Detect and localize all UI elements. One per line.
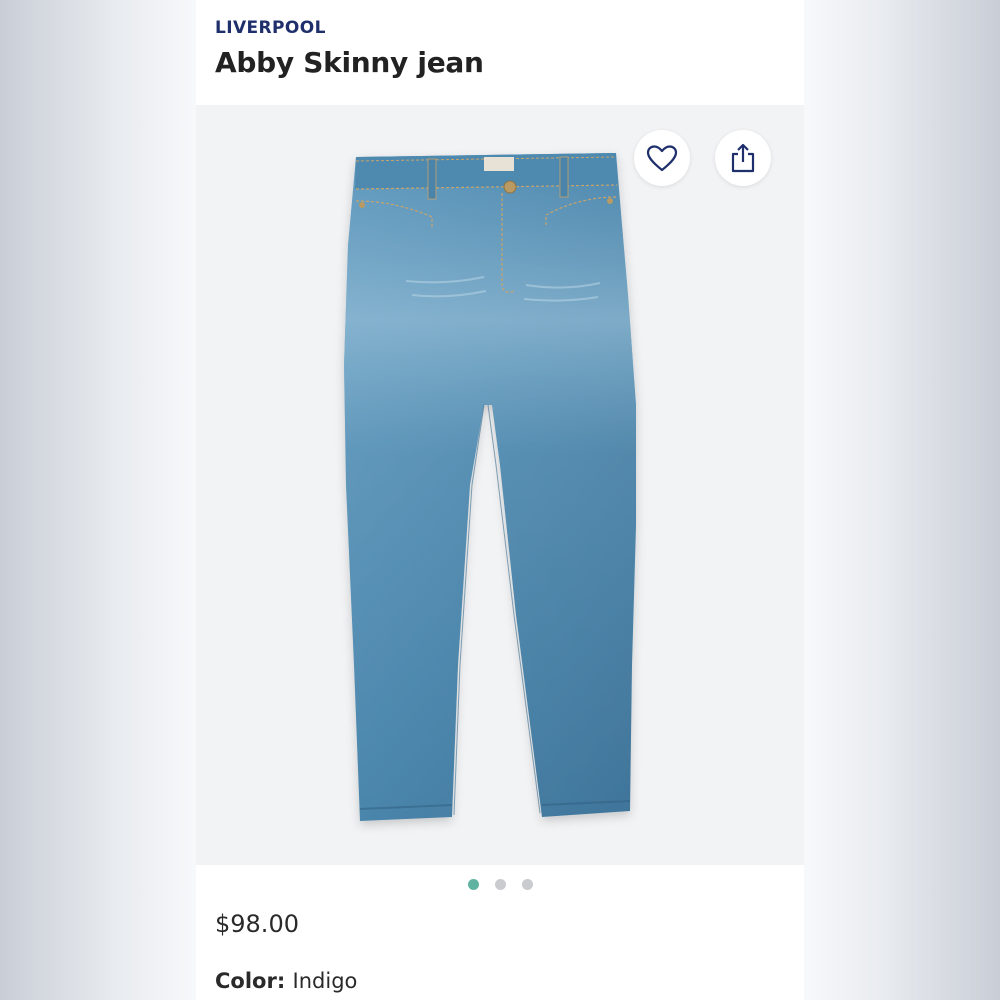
product-image-carousel[interactable] xyxy=(196,105,804,865)
color-label: Color: xyxy=(215,969,293,993)
carousel-dot-1[interactable] xyxy=(467,879,479,890)
product-header: LIVERPOOL Abby Skinny jean xyxy=(196,0,804,105)
product-price: $98.00 xyxy=(215,910,299,938)
product-title: Abby Skinny jean xyxy=(215,46,484,79)
carousel-dot-3[interactable] xyxy=(521,879,533,890)
carousel-pagination xyxy=(196,879,804,891)
favorite-button[interactable] xyxy=(634,130,690,186)
share-icon xyxy=(731,143,755,173)
brand-name[interactable]: LIVERPOOL xyxy=(215,18,326,38)
color-selector: Color: Indigo xyxy=(215,969,357,993)
heart-icon xyxy=(646,145,678,172)
product-card: LIVERPOOL Abby Skinny jean $98.00 Color:… xyxy=(196,0,804,1000)
carousel-dot-2[interactable] xyxy=(494,879,506,890)
share-button[interactable] xyxy=(715,130,771,186)
color-value: Indigo xyxy=(292,969,358,993)
product-image xyxy=(344,153,636,821)
